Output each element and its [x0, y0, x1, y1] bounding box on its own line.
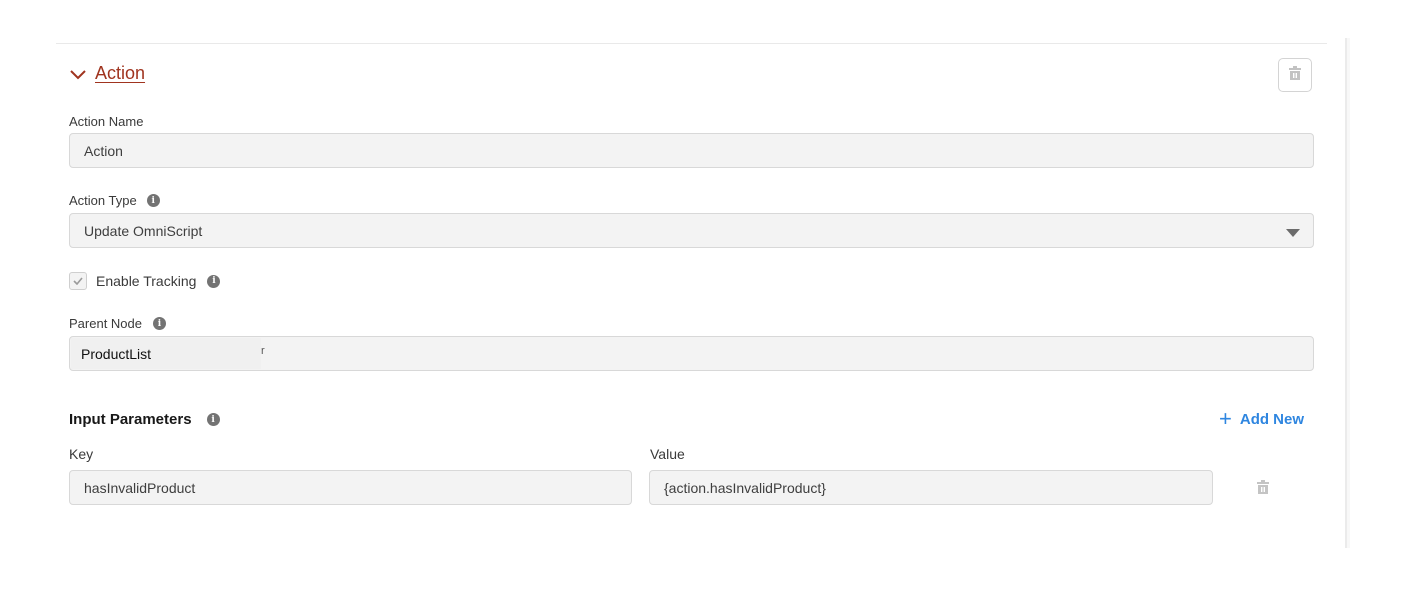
action-type-value: Update OmniScript [84, 222, 203, 239]
section-title[interactable]: Action [95, 63, 145, 84]
delete-section-button[interactable] [1278, 58, 1312, 92]
add-new-parameter-button[interactable]: + Add New [1219, 406, 1305, 431]
parent-node-value: ProductList [71, 338, 261, 369]
delete-parameter-button[interactable] [1254, 479, 1272, 499]
parameter-key-value: hasInvalidProduct [84, 479, 196, 496]
action-type-label: Action Type i [69, 193, 160, 208]
enable-tracking-label: Enable Tracking i [96, 272, 221, 290]
action-type-label-text: Action Type [69, 193, 137, 208]
action-name-input[interactable]: Action [69, 133, 1314, 168]
input-parameters-title-text: Input Parameters [69, 411, 192, 428]
parent-node-label-text: Parent Node [69, 316, 142, 331]
add-new-label: Add New [1239, 410, 1305, 428]
plus-icon: + [1219, 406, 1232, 431]
value-header-text: Value [650, 446, 685, 462]
trash-icon [1289, 65, 1301, 85]
parent-node-label: Parent Node i [69, 316, 166, 331]
info-icon[interactable]: i [153, 317, 166, 330]
chevron-down-icon [69, 65, 87, 83]
parameter-value-value: {action.hasInvalidProduct} [664, 479, 826, 496]
parent-node-input[interactable]: ProductList r [69, 336, 1314, 371]
info-icon[interactable]: i [207, 274, 221, 288]
check-icon [73, 272, 83, 290]
text-cursor: r [261, 345, 265, 357]
section-toggle-action[interactable]: Action [69, 63, 145, 84]
parameter-value-input[interactable]: {action.hasInvalidProduct} [649, 470, 1213, 505]
key-column-header: Key [69, 446, 93, 462]
action-type-select[interactable]: Update OmniScript [69, 213, 1314, 248]
parameter-key-input[interactable]: hasInvalidProduct [69, 470, 632, 505]
info-icon[interactable]: i [146, 194, 160, 207]
triangle-down-icon [1286, 229, 1300, 237]
info-icon[interactable]: i [206, 413, 220, 426]
panel-right-border [1345, 38, 1350, 548]
input-parameters-title: Input Parameters i [69, 411, 220, 428]
top-divider [56, 43, 1327, 44]
enable-tracking-checkbox[interactable] [69, 272, 87, 290]
action-name-value: Action [84, 142, 123, 159]
key-header-text: Key [69, 446, 94, 462]
action-name-label-text: Action Name [69, 114, 144, 129]
trash-icon [1257, 479, 1269, 499]
value-column-header: Value [650, 446, 685, 462]
enable-tracking-label-text: Enable Tracking [96, 273, 197, 289]
action-name-label: Action Name [69, 114, 143, 129]
